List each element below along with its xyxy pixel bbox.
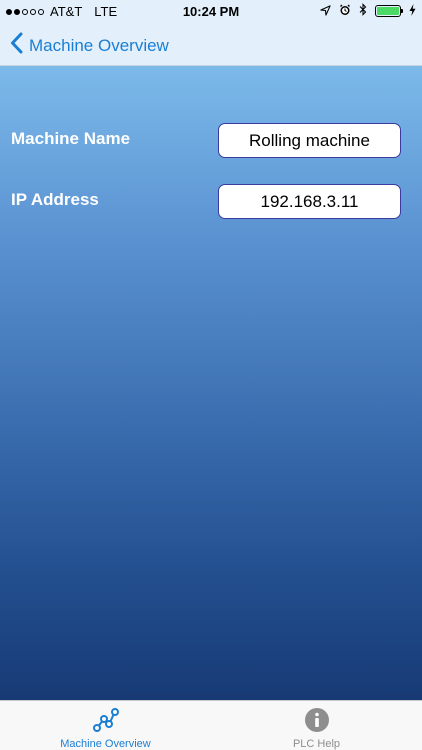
network-nodes-icon [0,707,211,733]
ip-address-field[interactable] [218,184,401,219]
alarm-icon [339,4,351,19]
navigation-bar: Machine Overview [0,22,422,66]
battery-icon [375,5,403,17]
machine-name-label: Machine Name [11,129,131,148]
status-right [320,3,416,19]
tab-plc-help-label: PLC Help [292,738,341,750]
chevron-left-icon [10,32,23,59]
back-button-label: Machine Overview [29,35,169,55]
tab-machine-overview[interactable]: Machine Overview [0,701,211,750]
tab-machine-overview-label: Machine Overview [60,738,151,750]
bluetooth-icon [359,3,367,19]
tab-plc-help[interactable]: PLC Help [211,701,422,750]
info-icon [211,707,422,733]
location-icon [320,4,331,19]
battery-fill [377,7,399,15]
tab-bar: Machine Overview PLC Help [0,700,422,750]
back-button[interactable]: Machine Overview [10,32,169,59]
charging-icon [409,3,416,19]
machine-details-panel: Machine Name IP Address [0,66,422,700]
ip-address-label: IP Address [11,190,99,209]
machine-name-field[interactable] [218,123,401,158]
status-bar: AT&T LTE 10:24 PM [0,0,422,22]
